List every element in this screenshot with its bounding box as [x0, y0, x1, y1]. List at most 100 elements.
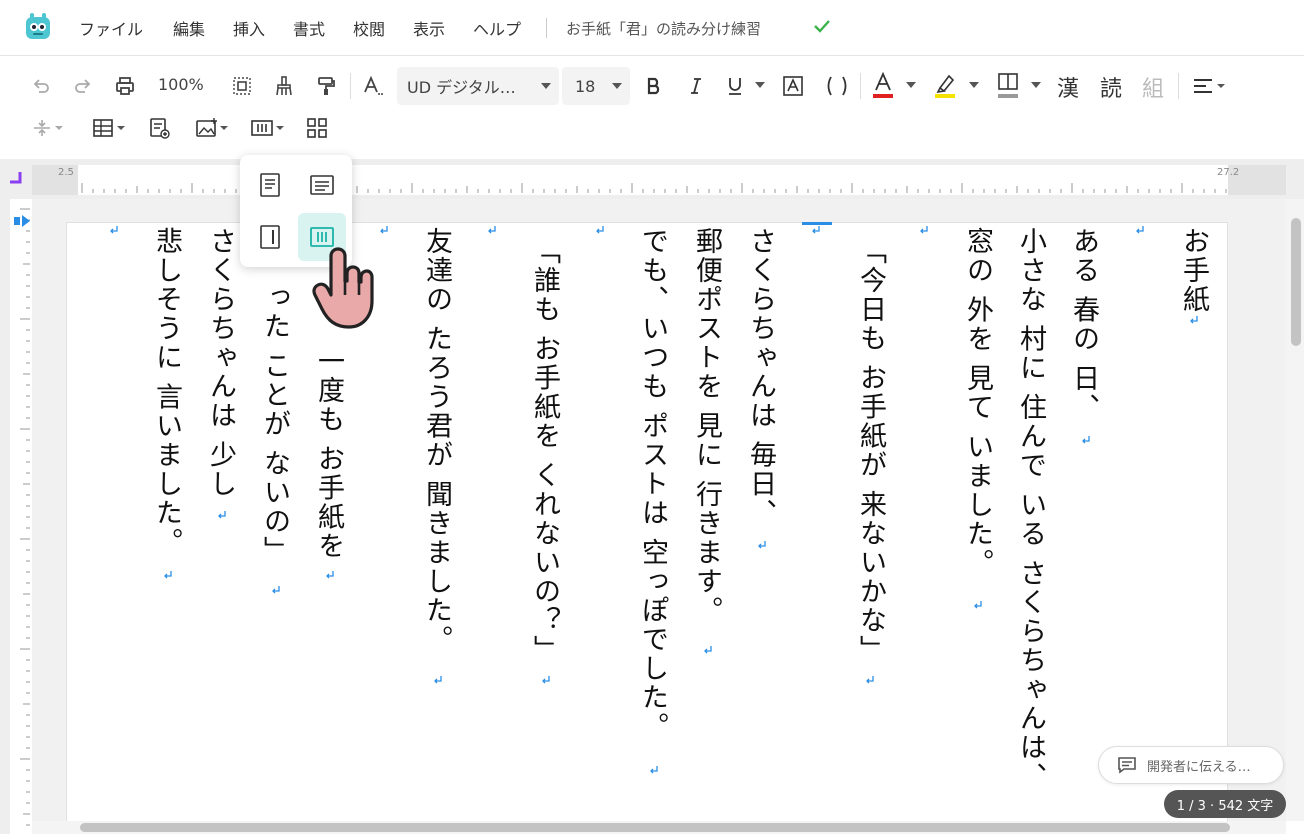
text-column[interactable]: 一度も お手紙を — [313, 347, 344, 561]
vertical-scrollbar-thumb[interactable] — [1291, 218, 1301, 346]
table-icon[interactable] — [90, 115, 130, 141]
text-column[interactable]: 郵便ポストを 見に 行きます。 — [691, 227, 722, 625]
menu-file[interactable]: ファイル — [79, 16, 143, 40]
paragraph-mark-icon — [326, 571, 334, 579]
chevron-down-icon[interactable] — [906, 82, 916, 88]
paragraph-mark-icon — [488, 226, 496, 234]
toolbar-divider — [860, 73, 861, 99]
chevron-down-icon[interactable] — [969, 82, 979, 88]
vertical-layout-icon[interactable] — [248, 115, 288, 141]
text-column[interactable]: 窓の 外を 見て いました。 — [962, 227, 993, 578]
send-feedback-button[interactable]: 開発者に伝える… — [1098, 746, 1284, 784]
underline-icon[interactable] — [722, 73, 748, 99]
feedback-label: 開発者に伝える… — [1147, 759, 1251, 775]
text-column[interactable]: さくらちゃんは 毎日、 — [745, 227, 776, 528]
paragraph-mark-icon — [650, 766, 658, 774]
text-column[interactable]: お手紙 — [1178, 227, 1209, 314]
paragraph-mark-icon — [866, 676, 874, 684]
toolbar-divider — [350, 73, 351, 99]
text-style-icon[interactable] — [360, 73, 386, 99]
menu-review[interactable]: 校閲 — [353, 16, 385, 40]
text-column[interactable]: った ことが ないの」 — [259, 283, 290, 565]
layout-landscape-horizontal-option[interactable] — [298, 161, 346, 209]
paragraph-mark-icon — [164, 571, 172, 579]
reading-button[interactable]: 読 — [1100, 71, 1122, 103]
menu-insert[interactable]: 挿入 — [233, 16, 265, 40]
toolbar-divider — [1178, 73, 1179, 99]
brackets-icon[interactable] — [822, 73, 852, 99]
vertical-ruler-body — [10, 199, 32, 834]
text-column[interactable]: 「今日も お手紙が 来ないかな」 — [855, 237, 886, 664]
paragraph-mark-icon — [704, 646, 712, 654]
font-size-select[interactable]: 18 — [562, 67, 630, 105]
text-column[interactable]: 悲しそうに 言いました。 — [151, 227, 182, 557]
paragraph-mark-icon — [542, 676, 550, 684]
font-color-icon[interactable] — [870, 71, 896, 101]
portrait-horizontal-icon — [260, 173, 280, 197]
feedback-chat-icon — [1118, 757, 1136, 774]
paragraph-mark-icon — [218, 511, 226, 519]
chevron-down-icon[interactable] — [755, 82, 765, 88]
text-column[interactable]: さくらちゃんは 少し — [205, 227, 236, 499]
menu-edit[interactable]: 編集 — [173, 16, 205, 40]
paragraph-mark-icon — [272, 586, 280, 594]
menu-divider — [546, 18, 547, 38]
paragraph-mark-icon — [434, 676, 442, 684]
document-page[interactable]: お手紙 ある 春の 日、 小さな 村に 住んで いる さくらちゃんは、 窓の 外… — [66, 222, 1228, 822]
menu-bar: ファイル 編集 挿入 書式 校閲 表示 ヘルプ お手紙「君」の読み分け練習 — [0, 0, 1304, 56]
text-column[interactable]: でも、いつも ポストは 空っぽでした。 — [637, 227, 668, 741]
paragraph-mark-icon — [920, 226, 928, 234]
undo-icon[interactable] — [28, 73, 54, 99]
italic-icon[interactable] — [683, 73, 709, 99]
font-family-value: UD デジタル… — [407, 78, 516, 97]
text-column[interactable]: 「誰も お手紙を くれないの？」 — [529, 237, 560, 664]
vertical-ruler[interactable] — [0, 199, 32, 834]
kanji-button[interactable]: 漢 — [1057, 71, 1079, 103]
text-box-icon[interactable] — [780, 73, 806, 99]
format-painter-icon[interactable] — [313, 73, 339, 99]
chevron-down-icon — [541, 83, 551, 89]
paragraph-mark-icon — [380, 226, 388, 234]
toolbar: 100% UD デジタル… 18 漢 読 組 — [0, 57, 1304, 159]
font-family-select[interactable]: UD デジタル… — [397, 67, 559, 105]
text-column[interactable]: ある 春の 日、 — [1068, 227, 1099, 422]
horizontal-scrollbar-thumb[interactable] — [80, 823, 1230, 832]
chevron-down-icon[interactable] — [1031, 82, 1041, 88]
clear-format-brush-icon[interactable] — [271, 73, 297, 99]
horizontal-ruler[interactable]: 2.5 27.2 — [32, 165, 1286, 195]
ruler-corner-marker-icon[interactable] — [8, 170, 22, 184]
layout-portrait-vertical-option[interactable] — [246, 213, 294, 261]
saved-check-icon — [814, 20, 830, 33]
page-status-text: 1 / 3 · 542 文字 — [1176, 798, 1274, 814]
text-column[interactable]: 友達の たろう君が 聞きました。 — [421, 227, 452, 654]
border-icon[interactable] — [995, 71, 1021, 101]
line-spacing-icon[interactable] — [28, 115, 68, 141]
select-all-icon[interactable] — [229, 73, 255, 99]
redo-icon[interactable] — [70, 73, 96, 99]
insert-note-icon[interactable] — [146, 115, 172, 141]
app-logo-icon[interactable] — [24, 13, 52, 41]
kumi-button[interactable]: 組 — [1142, 71, 1164, 103]
page-status-badge: 1 / 3 · 542 文字 — [1164, 790, 1286, 818]
menu-format[interactable]: 書式 — [293, 16, 325, 40]
menu-view[interactable]: 表示 — [413, 16, 445, 40]
align-icon[interactable] — [1190, 73, 1230, 99]
font-size-value: 18 — [575, 76, 596, 96]
paragraph-mark-icon — [974, 601, 982, 609]
layout-portrait-horizontal-option[interactable] — [246, 161, 294, 209]
print-icon[interactable] — [112, 73, 138, 99]
document-title[interactable]: お手紙「君」の読み分け練習 — [566, 18, 761, 39]
zoom-level[interactable]: 100% — [158, 75, 204, 94]
grid-view-icon[interactable] — [304, 115, 330, 141]
paragraph-mark-icon — [1136, 226, 1144, 234]
menu-help[interactable]: ヘルプ — [473, 16, 521, 40]
vertical-ruler-ticks — [20, 208, 30, 826]
highlight-icon[interactable] — [932, 71, 958, 101]
paragraph-mark-icon — [1082, 436, 1090, 444]
indent-marker-icon[interactable] — [14, 215, 30, 227]
paragraph-mark-icon — [758, 541, 766, 549]
text-column[interactable]: 小さな 村に 住んで いる さくらちゃんは、 — [1015, 227, 1046, 791]
insert-image-icon[interactable] — [193, 115, 233, 141]
paragraph-mark-icon — [1190, 316, 1198, 324]
bold-icon[interactable] — [641, 73, 667, 99]
